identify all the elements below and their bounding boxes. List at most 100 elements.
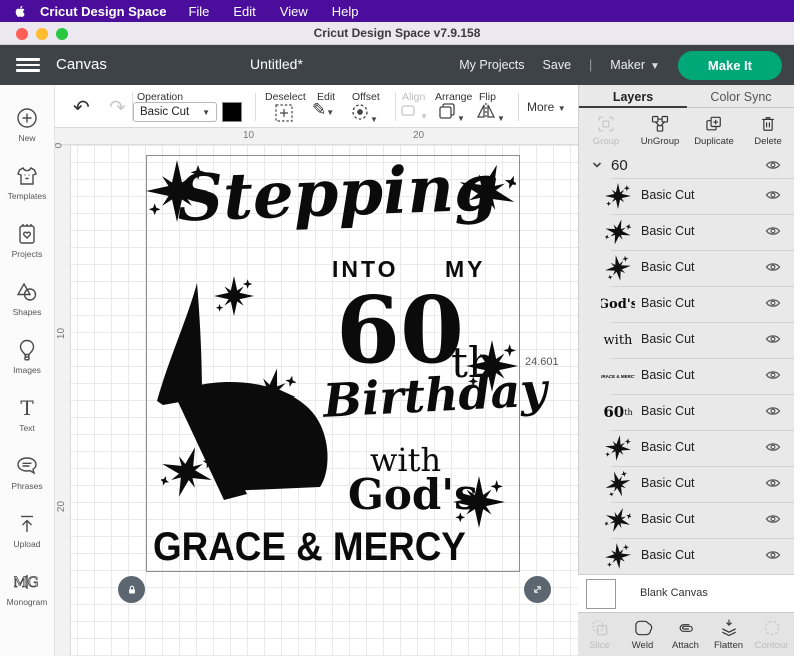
group-button[interactable]: Group	[579, 108, 633, 152]
delete-button[interactable]: Delete	[741, 108, 794, 152]
color-swatch[interactable]	[222, 102, 242, 122]
layer-row[interactable]: 60th Basic Cut	[579, 394, 794, 430]
attach-button[interactable]: Attach	[664, 613, 707, 656]
sidebar-item-phrases[interactable]: Phrases	[0, 443, 55, 501]
menu-help[interactable]: Help	[332, 4, 359, 19]
visibility-eye-icon[interactable]	[765, 158, 781, 176]
duplicate-button[interactable]: Duplicate	[687, 108, 741, 152]
layer-row[interactable]: GRACE & MERCY Basic Cut	[579, 358, 794, 394]
layer-group-header[interactable]: 60	[579, 152, 794, 178]
menu-view[interactable]: View	[280, 4, 308, 19]
visibility-eye-icon[interactable]	[765, 512, 781, 530]
menu-edit[interactable]: Edit	[233, 4, 255, 19]
window-title-bar: Cricut Design Space v7.9.158	[0, 22, 794, 45]
visibility-eye-icon[interactable]	[765, 332, 781, 350]
layer-thumbnail-text: God's	[601, 296, 635, 312]
offset-icon[interactable]: ▼	[350, 102, 378, 125]
layers-list: Basic Cut Basic Cut Basic Cut God's Basi…	[579, 178, 794, 574]
horizontal-ruler: 10 20	[55, 128, 578, 145]
visibility-eye-icon[interactable]	[765, 548, 781, 566]
sidebar-item-new[interactable]: New	[0, 95, 55, 153]
more-button[interactable]: More ▼	[527, 100, 566, 114]
arrange-icon[interactable]: ▼	[437, 101, 465, 124]
app-header: Canvas Untitled* My Projects Save | Make…	[0, 45, 794, 85]
save-link[interactable]: Save	[543, 58, 572, 72]
undo-button[interactable]: ↶	[73, 95, 90, 120]
layer-thumbnail-star	[601, 507, 635, 533]
weld-icon	[634, 620, 652, 636]
slice-icon	[592, 620, 607, 636]
text-icon: T	[20, 396, 34, 420]
artwork-text-grace-mercy[interactable]: GRACE & MERCY	[153, 525, 466, 570]
paperclip-icon	[679, 624, 693, 632]
apple-icon[interactable]	[0, 4, 40, 19]
blank-canvas-swatch[interactable]	[586, 579, 616, 609]
app-window: Cricut Design Space File Edit View Help …	[0, 0, 794, 656]
redo-button[interactable]: ↷	[109, 95, 126, 120]
layer-row[interactable]: Basic Cut	[579, 466, 794, 502]
visibility-eye-icon[interactable]	[765, 404, 781, 422]
weld-button[interactable]: Weld	[621, 613, 664, 656]
layer-row[interactable]: Basic Cut	[579, 430, 794, 466]
sidebar-item-upload[interactable]: Upload	[0, 501, 55, 559]
ungroup-button[interactable]: UnGroup	[633, 108, 687, 152]
visibility-eye-icon[interactable]	[765, 224, 781, 242]
layer-row[interactable]: Basic Cut	[579, 250, 794, 286]
sidebar-item-text[interactable]: T Text	[0, 385, 55, 443]
my-projects-link[interactable]: My Projects	[459, 58, 524, 72]
layer-row[interactable]: God's Basic Cut	[579, 286, 794, 322]
menu-app-name[interactable]: Cricut Design Space	[40, 4, 166, 19]
visibility-eye-icon[interactable]	[765, 188, 781, 206]
layer-row[interactable]: with Basic Cut	[579, 322, 794, 358]
chevron-down-icon[interactable]	[591, 159, 603, 171]
slice-button[interactable]: Slice	[578, 613, 621, 656]
sidebar-item-templates[interactable]: Templates	[0, 153, 55, 211]
svg-text:G: G	[27, 575, 38, 591]
svg-text:M: M	[14, 575, 27, 591]
artwork-text-stepping[interactable]: Stepping	[176, 150, 500, 236]
artwork-text-birthday[interactable]: Birthday	[322, 362, 549, 428]
project-notebook-icon	[19, 223, 35, 244]
resize-handle[interactable]	[524, 576, 551, 603]
sidebar-item-images[interactable]: Images	[0, 327, 55, 385]
layer-thumbnail-star	[601, 255, 635, 281]
contour-button[interactable]: Contour	[750, 613, 793, 656]
tab-color-sync[interactable]: Color Sync	[687, 85, 794, 107]
visibility-eye-icon[interactable]	[765, 440, 781, 458]
layer-row[interactable]: Basic Cut	[579, 538, 794, 574]
layer-thumbnail-text: 60th	[603, 403, 633, 421]
deselect-icon[interactable]	[274, 103, 294, 123]
high-heel-shoe[interactable]	[150, 283, 350, 505]
layer-row[interactable]: Basic Cut	[579, 178, 794, 214]
blank-canvas-row[interactable]: Blank Canvas	[578, 574, 794, 612]
layer-row[interactable]: Basic Cut	[579, 214, 794, 250]
blank-canvas-label: Blank Canvas	[640, 587, 708, 599]
document-title[interactable]: Untitled*	[250, 56, 303, 72]
operation-dropdown[interactable]: Basic Cut ▼	[133, 102, 217, 122]
artwork-text-gods[interactable]: God's	[348, 470, 478, 519]
layer-thumbnail-star	[601, 435, 635, 461]
left-sidebar: New Templates Projects Shapes Images T T…	[0, 85, 55, 656]
make-it-button[interactable]: Make It	[677, 50, 782, 80]
flatten-button[interactable]: Flatten	[707, 613, 750, 656]
pencil-icon[interactable]: ✎▼	[312, 100, 334, 120]
visibility-eye-icon[interactable]	[765, 368, 781, 386]
flatten-icon	[721, 619, 736, 637]
lock-handle[interactable]	[118, 576, 145, 603]
visibility-eye-icon[interactable]	[765, 476, 781, 494]
hamburger-menu-icon[interactable]	[16, 58, 40, 72]
visibility-eye-icon[interactable]	[765, 296, 781, 314]
sidebar-item-shapes[interactable]: Shapes	[0, 269, 55, 327]
flip-icon[interactable]: ▼	[475, 101, 505, 124]
bottom-action-bar: Slice Weld Attach Flatten Contour	[578, 612, 794, 656]
sidebar-item-monogram[interactable]: MG Monogram	[0, 559, 55, 617]
sidebar-item-projects[interactable]: Projects	[0, 211, 55, 269]
layer-row[interactable]: Basic Cut	[579, 502, 794, 538]
machine-selector[interactable]: Maker ▼	[610, 58, 660, 72]
design-canvas[interactable]: Stepping INTO MY 60 th Birthday with God…	[55, 128, 578, 656]
tab-layers[interactable]: Layers	[579, 85, 687, 108]
duplicate-icon	[706, 116, 721, 130]
deselect-label: Deselect	[265, 91, 306, 103]
visibility-eye-icon[interactable]	[765, 260, 781, 278]
menu-file[interactable]: File	[188, 4, 209, 19]
